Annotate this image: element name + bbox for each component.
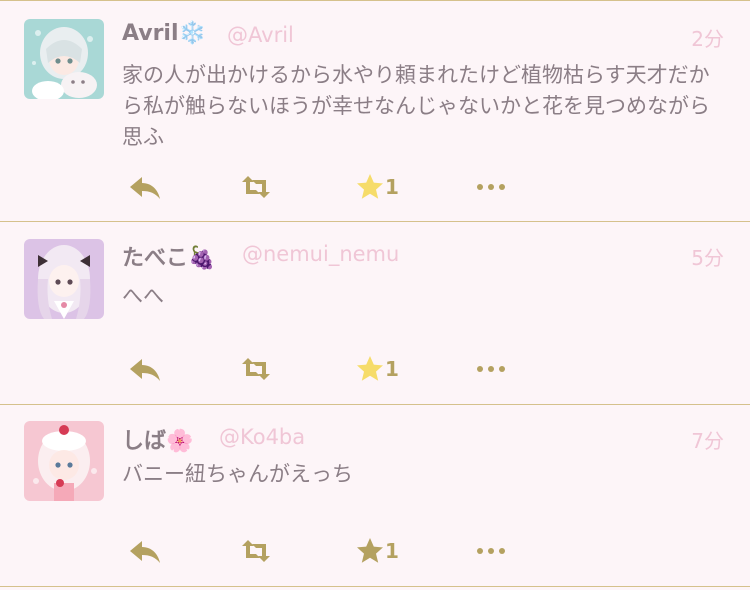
favorite-count: 1 [385, 357, 399, 381]
retweet-icon [242, 176, 270, 198]
tweet-text: 家の人が出かけるから水やり頼まれたけど植物枯らす天才だから私が触らないほうが幸せ… [122, 63, 710, 149]
tweet-header: しば🌸 @Ko4ba 7分 [122, 423, 724, 455]
tweet[interactable]: たべこ🍇 @nemui_nemu 5分 へへ 1 [0, 222, 750, 405]
favorite-count: 1 [385, 539, 399, 563]
tweet-actions: 1 [122, 536, 522, 566]
avatar[interactable] [24, 421, 104, 501]
tweet-header: Avril❄️ @Avril 2分 [122, 21, 724, 53]
timestamp: 5分 [691, 246, 724, 270]
timestamp: 2分 [691, 27, 724, 51]
more-icon [477, 366, 505, 372]
user-handle[interactable]: @Avril [227, 23, 294, 47]
reply-icon [130, 359, 160, 381]
favorite-button[interactable]: 1 [355, 536, 399, 566]
avatar[interactable] [24, 19, 104, 99]
user-handle[interactable]: @nemui_nemu [242, 242, 399, 266]
star-icon [357, 174, 383, 199]
tweet[interactable]: しば🌸 @Ko4ba 7分 バニー紐ちゃんがえっち 1 [0, 405, 750, 587]
retweet-button[interactable] [240, 536, 272, 566]
avatar-tabeko-icon [24, 239, 104, 319]
tweet-text: バニー紐ちゃんがえっち [122, 462, 353, 486]
star-icon [357, 356, 383, 381]
tweet-header: たべこ🍇 @nemui_nemu 5分 [122, 240, 724, 272]
reply-button[interactable] [128, 354, 162, 384]
reply-button[interactable] [128, 172, 162, 202]
timestamp: 7分 [691, 429, 724, 453]
user-name[interactable]: Avril❄️ [122, 21, 206, 46]
reply-icon [130, 541, 160, 563]
tweet-actions: 1 [122, 172, 522, 202]
reply-button[interactable] [128, 536, 162, 566]
more-button[interactable] [475, 172, 507, 202]
retweet-button[interactable] [240, 172, 272, 202]
more-button[interactable] [475, 354, 507, 384]
retweet-button[interactable] [240, 354, 272, 384]
tweet-text: へへ [122, 284, 164, 308]
tweet[interactable]: Avril❄️ @Avril 2分 家の人が出かけるから水やり頼まれたけど植物枯… [0, 0, 750, 222]
reply-icon [130, 177, 160, 199]
star-icon [357, 538, 383, 563]
avatar-avril-icon [24, 19, 104, 99]
avatar[interactable] [24, 239, 104, 319]
user-name[interactable]: たべこ🍇 [122, 240, 215, 272]
timeline: Avril❄️ @Avril 2分 家の人が出かけるから水やり頼まれたけど植物枯… [0, 0, 750, 590]
user-handle[interactable]: @Ko4ba [219, 425, 305, 449]
favorite-button[interactable]: 1 [355, 172, 399, 202]
favorite-count: 1 [385, 175, 399, 199]
tweet-actions: 1 [122, 354, 522, 384]
more-button[interactable] [475, 536, 507, 566]
user-name[interactable]: しば🌸 [122, 423, 193, 455]
avatar-shiba-icon [24, 421, 104, 501]
favorite-button[interactable]: 1 [355, 354, 399, 384]
retweet-icon [242, 540, 270, 562]
retweet-icon [242, 358, 270, 380]
more-icon [477, 548, 505, 554]
more-icon [477, 184, 505, 190]
